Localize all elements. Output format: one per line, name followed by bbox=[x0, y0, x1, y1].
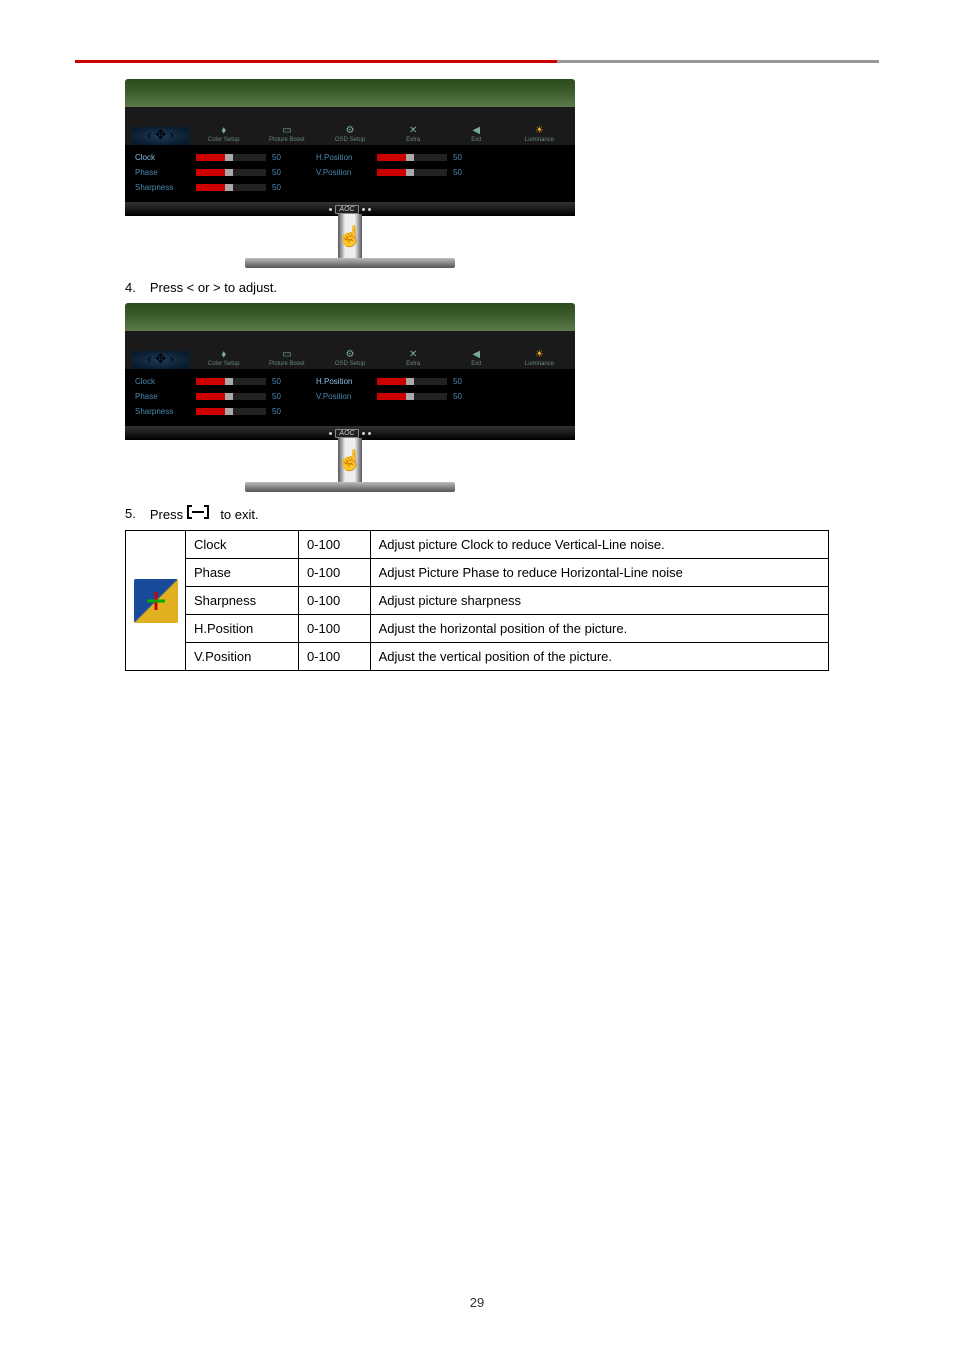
tab-osd-setup: ⚙OSD Setup bbox=[320, 125, 379, 145]
param-name: V.Position bbox=[186, 643, 299, 671]
setting-sharpness: Sharpness 50 bbox=[135, 407, 286, 416]
step-4: 4. Press < or > to adjust. bbox=[125, 280, 879, 295]
step-5-prefix: Press bbox=[150, 507, 187, 522]
osd-screenshot-1: ‹ ✥ › ⬧Color Setup ▭Picture Boost ⚙OSD S… bbox=[125, 79, 575, 268]
image-setup-category-icon bbox=[126, 531, 186, 671]
osd-screenshot-2: ‹ ✥ › ⬧Color Setup ▭Picture Boost ⚙OSD S… bbox=[125, 303, 575, 492]
setting-hposition: H.Position 50 bbox=[316, 377, 467, 386]
param-range: 0-100 bbox=[298, 615, 370, 643]
setting-vposition: V.Position 50 bbox=[316, 168, 467, 177]
setting-sharpness: Sharpness 50 bbox=[135, 183, 286, 192]
param-name: Phase bbox=[186, 559, 299, 587]
param-desc: Adjust the horizontal position of the pi… bbox=[370, 615, 828, 643]
param-range: 0-100 bbox=[298, 587, 370, 615]
param-range: 0-100 bbox=[298, 643, 370, 671]
setting-hposition: H.Position 50 bbox=[316, 153, 467, 162]
param-name: Clock bbox=[186, 531, 299, 559]
param-name: H.Position bbox=[186, 615, 299, 643]
tab-luminance: ☀Luminance bbox=[510, 125, 569, 145]
param-range: 0-100 bbox=[298, 531, 370, 559]
tab-osd-setup: ⚙OSD Setup bbox=[320, 349, 379, 369]
tab-picture-boost: ▭Picture Boost bbox=[257, 125, 316, 145]
hand-pointer-icon: ☝ bbox=[338, 448, 363, 473]
auto-exit-icon bbox=[187, 504, 217, 520]
param-desc: Adjust picture sharpness bbox=[370, 587, 828, 615]
setting-clock: Clock 50 bbox=[135, 377, 286, 386]
header-rule bbox=[75, 60, 879, 63]
osd-nav-arrows: ‹ ✥ › bbox=[131, 351, 190, 369]
hand-pointer-icon: ☝ bbox=[338, 224, 363, 249]
tab-exit: ◀Exit bbox=[447, 349, 506, 369]
tab-color-setup: ⬧Color Setup bbox=[194, 125, 253, 145]
param-desc: Adjust picture Clock to reduce Vertical-… bbox=[370, 531, 828, 559]
setting-phase: Phase 50 bbox=[135, 392, 286, 401]
step-5: 5. Press to exit. bbox=[125, 504, 879, 522]
param-name: Sharpness bbox=[186, 587, 299, 615]
param-desc: Adjust Picture Phase to reduce Horizonta… bbox=[370, 559, 828, 587]
tab-picture-boost: ▭Picture Boost bbox=[257, 349, 316, 369]
tab-luminance: ☀Luminance bbox=[510, 349, 569, 369]
step-5-suffix: to exit. bbox=[220, 507, 258, 522]
tab-color-setup: ⬧Color Setup bbox=[194, 349, 253, 369]
osd-nav-arrows: ‹ ✥ › bbox=[131, 127, 190, 145]
step-4-text: Press < or > to adjust. bbox=[150, 280, 277, 295]
tab-extra: ✕Extra bbox=[384, 349, 443, 369]
page-number: 29 bbox=[0, 1295, 954, 1310]
setting-clock: Clock 50 bbox=[135, 153, 286, 162]
param-desc: Adjust the vertical position of the pict… bbox=[370, 643, 828, 671]
setting-phase: Phase 50 bbox=[135, 168, 286, 177]
tab-exit: ◀Exit bbox=[447, 125, 506, 145]
setting-vposition: V.Position 50 bbox=[316, 392, 467, 401]
parameter-table: Clock 0-100 Adjust picture Clock to redu… bbox=[125, 530, 829, 671]
tab-extra: ✕Extra bbox=[384, 125, 443, 145]
param-range: 0-100 bbox=[298, 559, 370, 587]
